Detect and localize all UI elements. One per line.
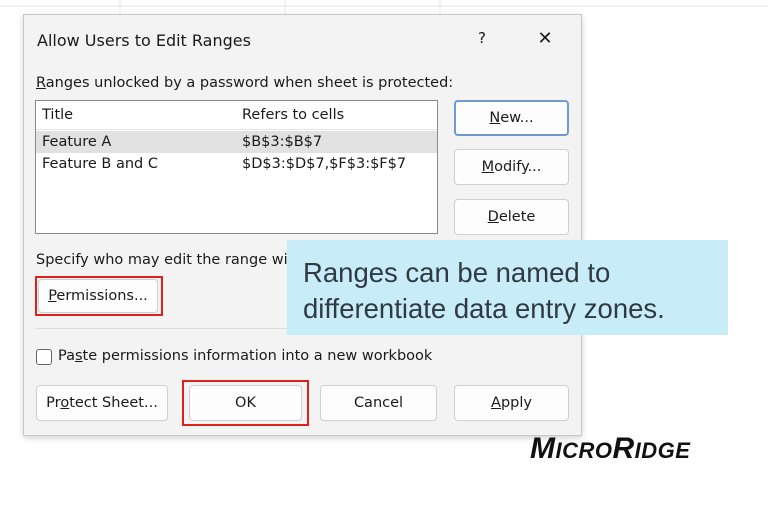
list-item[interactable]: Feature B and C $D$3:$D$7,$F$3:$F$7 xyxy=(36,153,437,175)
column-header-title[interactable]: Title xyxy=(42,107,73,123)
close-icon[interactable]: ✕ xyxy=(532,28,558,54)
dialog-title: Allow Users to Edit Ranges xyxy=(37,31,251,50)
protect-sheet-button[interactable]: Protect Sheet... xyxy=(36,385,168,421)
apply-button[interactable]: Apply xyxy=(454,385,569,421)
callout-line-1: Ranges can be named to xyxy=(303,257,611,288)
ranges-listbox[interactable]: Title Refers to cells Feature A $B$3:$B$… xyxy=(35,100,438,234)
list-header: Title Refers to cells xyxy=(36,101,437,130)
new-button[interactable]: New... xyxy=(454,100,569,136)
permissions-highlight-box xyxy=(35,276,163,316)
range-title: Feature A xyxy=(42,134,112,150)
callout-line-2: differentiate data entry zones. xyxy=(303,293,665,324)
ok-highlight-box xyxy=(182,380,309,426)
paste-permissions-checkbox[interactable] xyxy=(36,349,52,365)
callout-annotation: Ranges can be named to differentiate dat… xyxy=(287,240,728,335)
modify-button[interactable]: Modify... xyxy=(454,149,569,185)
paste-permissions-label: Paste permissions information into a new… xyxy=(58,348,433,364)
ranges-list-label: Ranges unlocked by a password when sheet… xyxy=(36,75,454,91)
column-header-refers[interactable]: Refers to cells xyxy=(242,107,344,123)
allow-users-edit-ranges-dialog: Allow Users to Edit Ranges ? ✕ Ranges un… xyxy=(23,14,582,436)
specify-label: Specify who may edit the range wit xyxy=(36,252,294,268)
help-icon[interactable]: ? xyxy=(470,29,494,53)
dialog-titlebar: Allow Users to Edit Ranges ? ✕ xyxy=(24,15,581,67)
range-refers: $B$3:$B$7 xyxy=(242,134,323,150)
range-title: Feature B and C xyxy=(42,156,158,172)
range-refers: $D$3:$D$7,$F$3:$F$7 xyxy=(242,156,407,172)
microridge-logo: MICRORIDGE xyxy=(530,432,691,465)
cancel-button[interactable]: Cancel xyxy=(320,385,437,421)
list-item[interactable]: Feature A $B$3:$B$7 xyxy=(36,131,437,153)
delete-button[interactable]: Delete xyxy=(454,199,569,235)
